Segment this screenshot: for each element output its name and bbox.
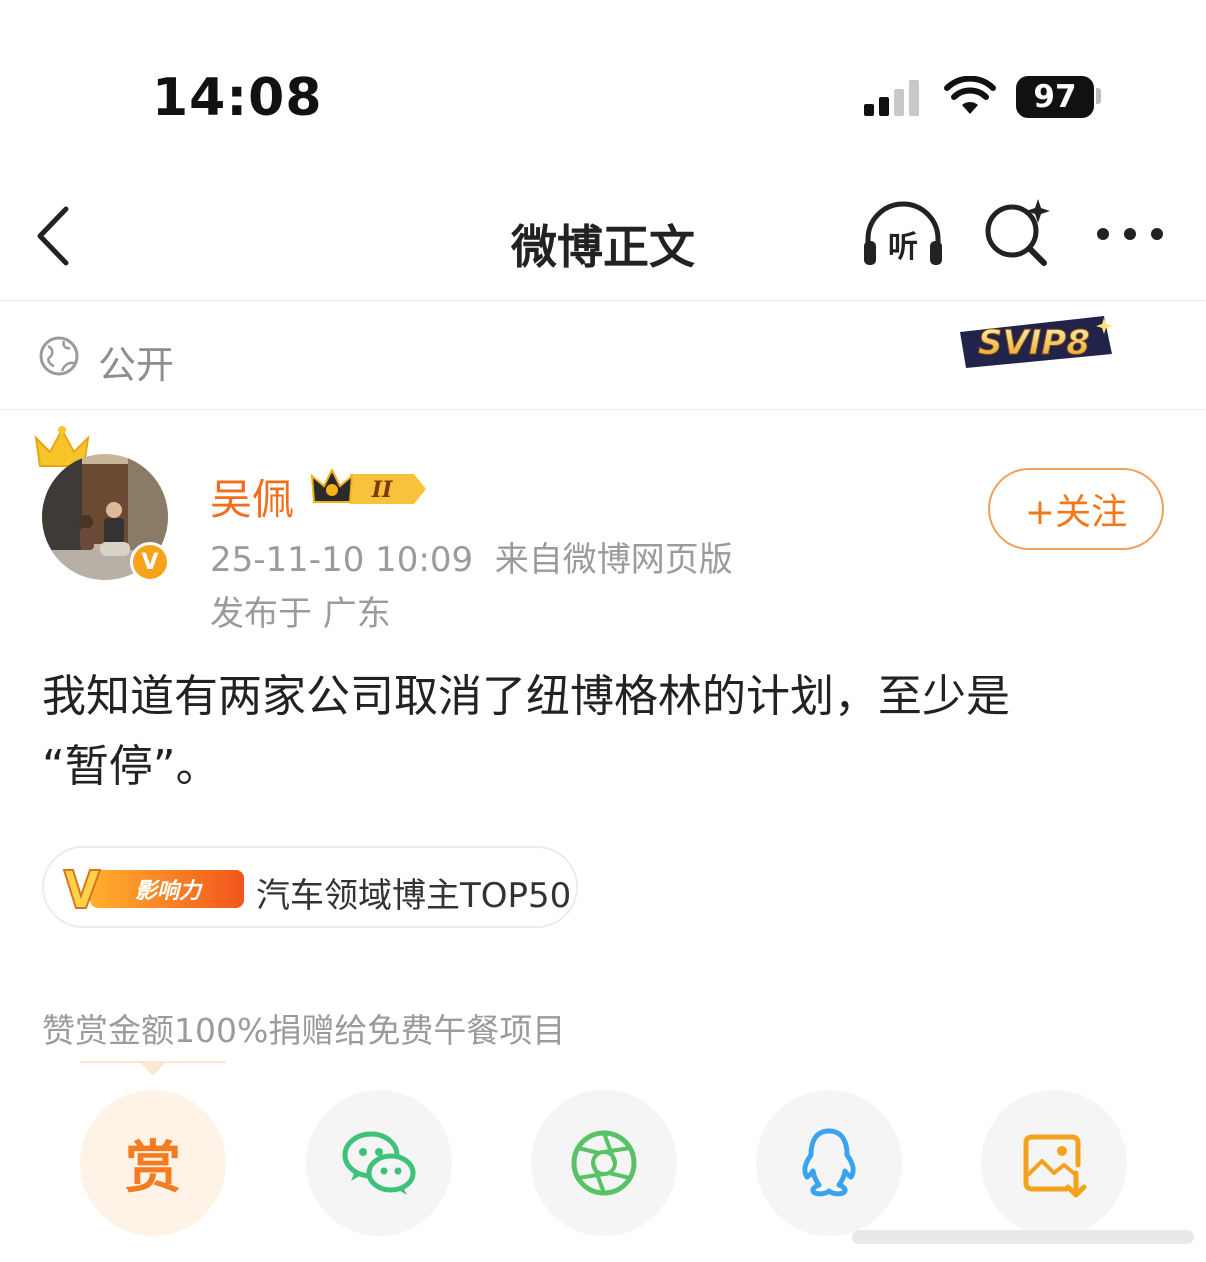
home-indicator [852,1230,1194,1244]
post-timestamp: 25-11-10 10:09 [210,540,474,580]
svg-text:II: II [371,477,393,503]
svip-badge: SVIP8 [960,316,1112,368]
status-bar: 14:08 97 [0,0,1206,190]
save-image-icon [1023,1134,1087,1198]
save-image-button[interactable] [981,1090,1127,1236]
share-qq-button[interactable] [756,1090,902,1236]
influence-badge: 影响力 [62,869,244,909]
influence-text: 汽车领域博主TOP50 [256,876,572,916]
svg-text:影响力: 影响力 [135,879,203,904]
influence-tag[interactable]: 影响力 汽车领域博主TOP50 [42,846,578,928]
verified-badge: V [130,542,170,582]
member-level-badge[interactable]: II [310,466,430,512]
battery-tip [1096,88,1101,104]
globe-icon [39,336,79,376]
battery-indicator: 97 [1016,76,1094,118]
reward-button[interactable]: 赏 [80,1090,226,1236]
svg-text:SVIP8: SVIP8 [978,323,1090,363]
reward-pointer [80,1061,226,1076]
wechat-icon [342,1131,416,1195]
nav-bar: 微博正文 听 [0,175,1206,301]
author-name[interactable]: 吴佩 [210,466,294,527]
author-avatar-wrap[interactable]: V [34,426,174,586]
follow-button[interactable]: +关注 [988,468,1164,550]
post-text-line-1: 我知道有两家公司取消了纽博格林的计划，至少是 [42,671,1010,722]
post-meta-time: 25-11-10 10:09 来自微博网页版 [210,532,733,581]
visibility-row: 公开 SVIP8 [0,302,1206,410]
qq-penguin-icon [802,1128,856,1197]
post-body: 我知道有两家公司取消了纽博格林的计划，至少是 “暂停”。 [42,662,1162,802]
post-location: 发布于 广东 [210,594,391,634]
cellular-signal-icon [864,80,919,116]
wifi-icon [944,76,996,114]
share-wechat-button[interactable] [306,1090,452,1236]
share-moments-button[interactable] [531,1090,677,1236]
ai-search-icon[interactable] [982,197,1052,269]
more-options-icon[interactable] [1094,225,1166,243]
svg-text:听: 听 [888,230,918,265]
reward-label: 赏 [125,1135,181,1201]
visibility-label: 公开 [98,343,175,387]
status-time: 14:08 [152,68,323,128]
post-source[interactable]: 来自微博网页版 [495,540,733,580]
reward-note: 赞赏金额100%捐赠给免费午餐项目 [42,1011,566,1050]
listen-headphones-icon[interactable]: 听 [860,201,946,267]
post-text-line-2: “暂停”。 [42,741,220,792]
moments-shutter-icon [571,1130,637,1196]
